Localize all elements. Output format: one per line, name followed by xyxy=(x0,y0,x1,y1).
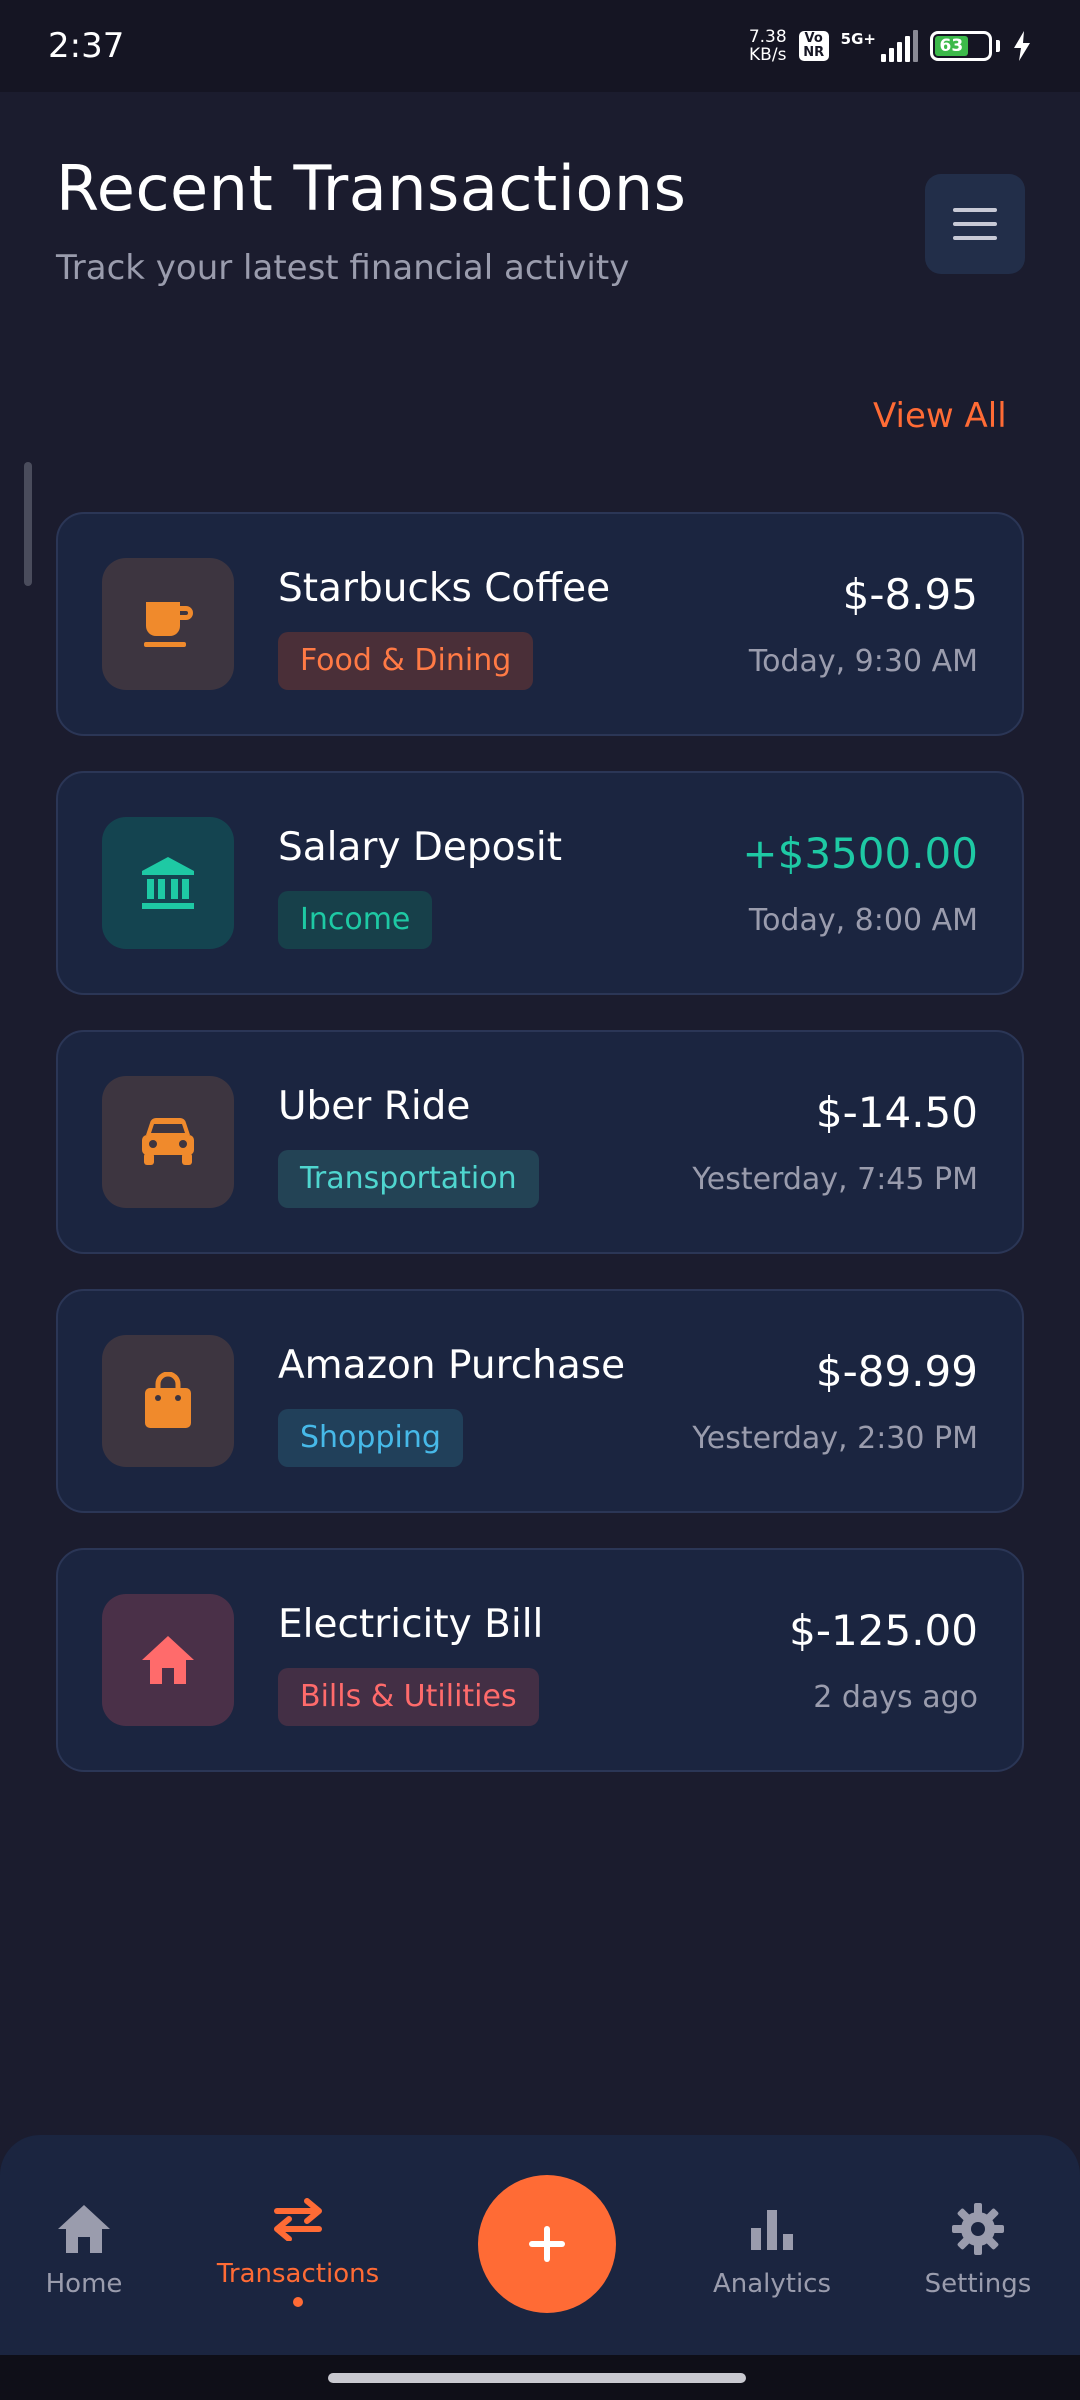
battery-body: 63 xyxy=(930,31,992,61)
nav-analytics-label: Analytics xyxy=(712,2269,832,2299)
transaction-amount: $-14.50 xyxy=(815,1088,978,1137)
transaction-icon-box xyxy=(102,817,234,949)
transaction-icon-box xyxy=(102,558,234,690)
signal-bar xyxy=(889,48,894,62)
swap-arrows-icon xyxy=(274,2198,322,2241)
view-all-link[interactable]: View All xyxy=(873,396,1007,436)
transaction-name: Starbucks Coffee xyxy=(278,566,611,611)
bar-chart-icon xyxy=(751,2210,793,2250)
home-gesture-bar[interactable] xyxy=(328,2373,746,2383)
transaction-icon-box xyxy=(102,1335,234,1467)
signal-bar xyxy=(913,30,918,62)
status-icons: 7.38 KB/s Vo NR 5G+ 63 xyxy=(749,28,1032,64)
app-screen: 2:37 7.38 KB/s Vo NR 5G+ 63 Recent Trans… xyxy=(0,0,1080,2400)
plus-icon xyxy=(529,2226,565,2262)
net-speed: 7.38 KB/s xyxy=(749,28,787,64)
transaction-amount: +$3500.00 xyxy=(742,829,978,878)
transaction-card[interactable]: Amazon Purchase Shopping $-89.99 Yesterd… xyxy=(56,1289,1024,1513)
signal-bar xyxy=(897,42,902,62)
transaction-name: Uber Ride xyxy=(278,1084,471,1129)
signal-bar xyxy=(881,54,886,62)
category-badge: Shopping xyxy=(278,1409,463,1467)
battery-level: 63 xyxy=(935,36,968,56)
transaction-time: Yesterday, 7:45 PM xyxy=(692,1162,978,1197)
transaction-card[interactable]: Uber Ride Transportation $-14.50 Yesterd… xyxy=(56,1030,1024,1254)
coffee-cup-icon xyxy=(144,602,193,647)
category-badge: Income xyxy=(278,891,433,949)
transaction-amount: $-125.00 xyxy=(789,1606,978,1655)
scroll-indicator[interactable] xyxy=(24,462,32,586)
transaction-time: Today, 9:30 AM xyxy=(748,644,978,679)
category-badge: Transportation xyxy=(278,1150,539,1208)
nav-settings-label: Settings xyxy=(924,2269,1032,2299)
battery-icon: 63 xyxy=(930,31,1000,61)
home-icon xyxy=(58,2205,110,2253)
category-badge: Food & Dining xyxy=(278,632,534,690)
nav-analytics[interactable]: Analytics xyxy=(682,2195,862,2299)
system-gesture-area xyxy=(0,2355,1080,2400)
category-badge: Bills & Utilities xyxy=(278,1668,539,1726)
transaction-amount: $-89.99 xyxy=(815,1347,978,1396)
add-transaction-button[interactable] xyxy=(478,2175,616,2313)
signal-bar xyxy=(905,36,910,62)
net-speed-unit: KB/s xyxy=(749,45,787,65)
bottom-navigation: Home Transactions Analytics Settings xyxy=(0,2135,1080,2355)
status-bar: 2:37 7.38 KB/s Vo NR 5G+ 63 xyxy=(0,0,1080,92)
charging-bolt-icon xyxy=(1014,31,1030,61)
nav-home-label: Home xyxy=(45,2269,123,2299)
transaction-name: Electricity Bill xyxy=(278,1602,544,1647)
transaction-time: Yesterday, 2:30 PM xyxy=(692,1421,978,1456)
network-type: 5G+ xyxy=(840,30,876,48)
active-indicator-dot xyxy=(293,2297,303,2307)
nav-transactions[interactable]: Transactions xyxy=(208,2185,388,2307)
car-icon xyxy=(142,1117,194,1165)
volte-bottom: NR xyxy=(803,45,825,60)
nav-home[interactable]: Home xyxy=(0,2195,174,2299)
page-subtitle: Track your latest financial activity xyxy=(56,248,630,288)
transaction-time: 2 days ago xyxy=(813,1680,978,1715)
transaction-name: Amazon Purchase xyxy=(278,1343,626,1388)
menu-button[interactable] xyxy=(925,174,1025,274)
transaction-card[interactable]: Starbucks Coffee Food & Dining $-8.95 To… xyxy=(56,512,1024,736)
nav-transactions-label: Transactions xyxy=(216,2259,380,2289)
hamburger-menu-icon xyxy=(953,208,997,240)
transaction-card[interactable]: Salary Deposit Income +$3500.00 Today, 8… xyxy=(56,771,1024,995)
status-time: 2:37 xyxy=(48,26,125,66)
gear-icon xyxy=(952,2203,1004,2255)
nav-settings[interactable]: Settings xyxy=(888,2195,1068,2299)
house-icon xyxy=(142,1636,194,1684)
transaction-card[interactable]: Electricity Bill Bills & Utilities $-125… xyxy=(56,1548,1024,1772)
volte-top: Vo xyxy=(804,31,823,46)
transaction-amount: $-8.95 xyxy=(842,570,978,619)
volte-icon: Vo NR xyxy=(798,31,829,61)
signal-icon: 5G+ xyxy=(841,30,918,62)
transaction-time: Today, 8:00 AM xyxy=(748,903,978,938)
bank-icon xyxy=(142,857,194,909)
transaction-icon-box xyxy=(102,1594,234,1726)
net-speed-value: 7.38 xyxy=(748,27,787,47)
transaction-list: Starbucks Coffee Food & Dining $-8.95 To… xyxy=(56,512,1024,1807)
shopping-bag-icon xyxy=(145,1372,191,1428)
transaction-icon-box xyxy=(102,1076,234,1208)
battery-tip xyxy=(996,40,1000,52)
page-title: Recent Transactions xyxy=(56,152,687,225)
transaction-name: Salary Deposit xyxy=(278,825,562,870)
